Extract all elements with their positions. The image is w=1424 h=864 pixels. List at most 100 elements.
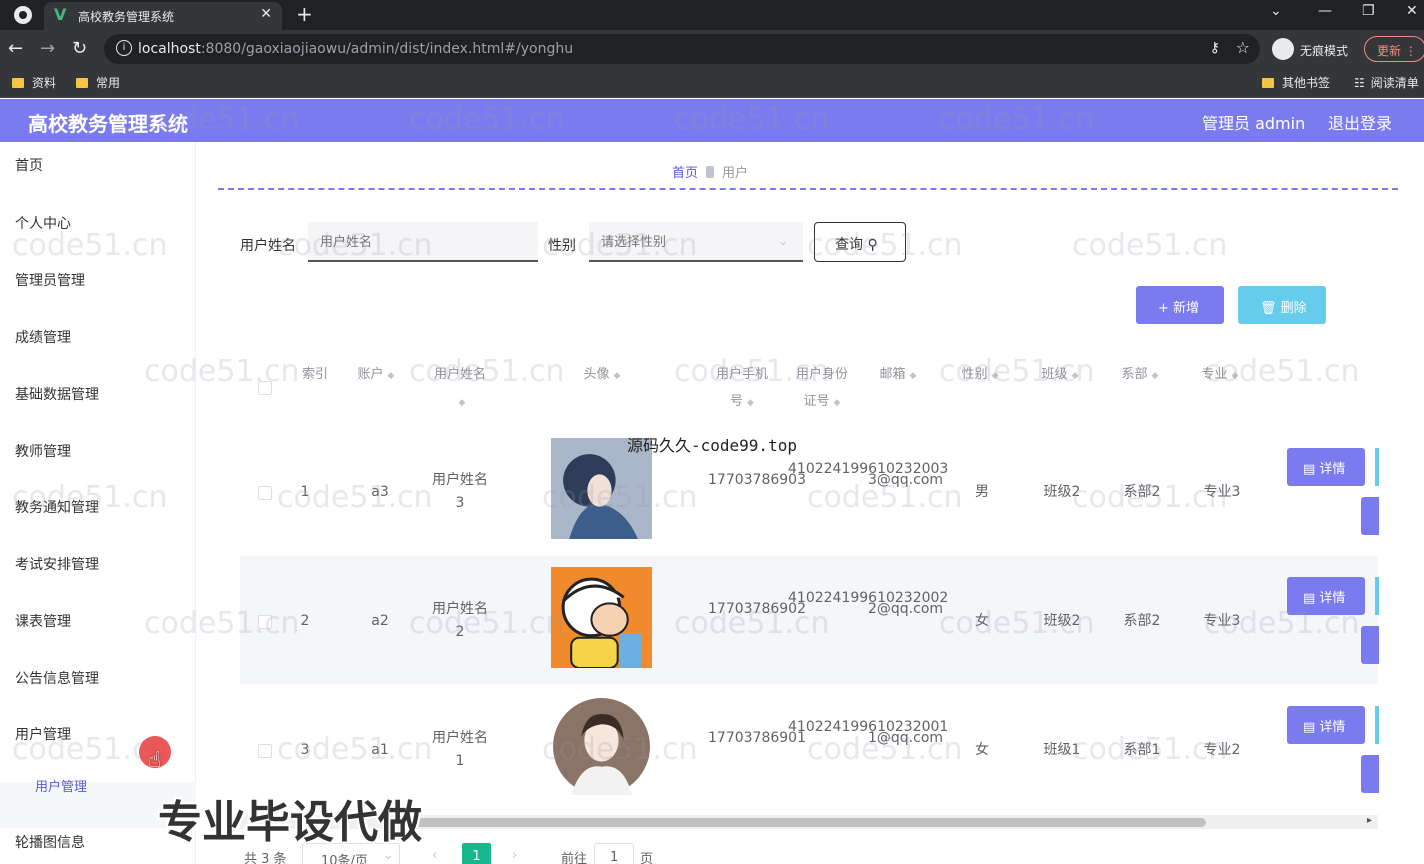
trash-icon: 🗑	[1260, 301, 1281, 316]
cell-index: 2	[300, 613, 310, 629]
search-icon: ⚲	[867, 237, 878, 253]
logout-link[interactable]: 退出登录	[1328, 110, 1392, 134]
video-caption: 专业毕设代做	[158, 797, 422, 848]
cell-gender: 女	[975, 613, 989, 629]
column-header-account[interactable]: 账户 ◆	[344, 361, 408, 390]
next-page-icon[interactable]: ›	[512, 848, 517, 863]
name-search-input[interactable]	[308, 222, 538, 262]
address-bar[interactable]: i localhost:8080/gaoxiaojiaowu/admin/dis…	[104, 34, 1260, 64]
tab-search-icon[interactable]: ⌄	[1270, 3, 1282, 19]
password-key-icon[interactable]: ⚷	[1210, 40, 1220, 56]
current-user: 管理员 admin	[1202, 114, 1306, 133]
sidebar-item-home[interactable]: 首页	[15, 155, 43, 175]
select-all-checkbox[interactable]	[258, 381, 272, 395]
edit-button-edge[interactable]	[1375, 577, 1379, 615]
sidebar-item-carousel[interactable]: 轮播图信息	[15, 832, 85, 852]
sort-icon[interactable]: ◆	[459, 398, 466, 408]
column-header-name[interactable]: 用户姓名 ◆	[425, 361, 495, 417]
cell-major: 专业2	[1203, 742, 1241, 758]
column-header-email[interactable]: 邮箱 ◆	[866, 361, 930, 390]
sort-icon[interactable]: ◆	[834, 398, 841, 408]
delete-row-button-edge[interactable]	[1361, 626, 1379, 664]
column-header-major[interactable]: 专业 ◆	[1188, 361, 1252, 390]
source-watermark-text: 源码久久-code99.top	[627, 436, 797, 455]
sidebar-item-admins[interactable]: 管理员管理	[15, 270, 85, 290]
sort-icon[interactable]: ◆	[388, 371, 395, 381]
detail-button[interactable]: ▤ 详情	[1287, 706, 1365, 744]
row-checkbox[interactable]	[258, 615, 272, 629]
tab-close-icon[interactable]: ✕	[260, 6, 272, 22]
incognito-icon[interactable]	[1272, 38, 1294, 60]
cell-index: 3	[300, 742, 310, 758]
bookmark-folder-other[interactable]: 其他书签	[1262, 74, 1330, 91]
goto-prefix: 前往	[561, 852, 588, 864]
sidebar-item-basic-data[interactable]: 基础数据管理	[15, 384, 99, 404]
delete-row-button-edge[interactable]	[1361, 497, 1379, 535]
delete-row-button-edge[interactable]	[1361, 755, 1379, 793]
scroll-right-icon[interactable]: ▸	[1367, 815, 1372, 826]
sort-icon[interactable]: ◆	[1072, 371, 1079, 381]
cell-name: 用户姓名2	[432, 601, 488, 640]
bookmark-folder-changyong[interactable]: 常用	[76, 74, 120, 91]
sort-icon[interactable]: ◆	[910, 371, 917, 381]
back-icon[interactable]: ←	[8, 38, 23, 59]
prev-page-icon[interactable]: ‹	[432, 848, 437, 863]
cell-gender: 男	[975, 484, 989, 500]
cell-major: 专业3	[1203, 613, 1241, 629]
sort-icon[interactable]: ◆	[1152, 371, 1159, 381]
column-header-phone[interactable]: 用户手机号 ◆	[710, 361, 774, 417]
query-button[interactable]: 查询 ⚲	[814, 222, 906, 262]
sort-icon[interactable]: ◆	[992, 371, 999, 381]
add-button[interactable]: + 新增	[1136, 286, 1224, 324]
column-header-idcard[interactable]: 用户身份证号 ◆	[790, 361, 854, 417]
sidebar-item-schedule[interactable]: 课表管理	[15, 611, 71, 631]
forward-icon[interactable]: →	[40, 38, 55, 59]
browser-tabbar: V 高校教务管理系统 ✕ + ⌄ — ❐ ✕	[0, 0, 1424, 30]
site-info-icon[interactable]: i	[116, 40, 132, 56]
goto-page-input[interactable]: 1	[594, 843, 634, 864]
sidebar-item-announcements[interactable]: 公告信息管理	[15, 668, 99, 688]
sort-icon[interactable]: ◆	[747, 398, 754, 408]
row-checkbox[interactable]	[258, 486, 272, 500]
sidebar-item-grades[interactable]: 成绩管理	[15, 327, 71, 347]
cell-idcard: 410224199610232003	[788, 461, 949, 477]
reload-icon[interactable]: ↻	[72, 38, 87, 59]
sidebar-item-teachers[interactable]: 教师管理	[15, 441, 71, 461]
column-header-index[interactable]: 索引	[292, 361, 338, 388]
edit-button-edge[interactable]	[1375, 448, 1379, 486]
window-close-icon[interactable]: ✕	[1406, 3, 1418, 19]
column-header-class[interactable]: 班级 ◆	[1028, 361, 1092, 390]
sidebar-item-exams[interactable]: 考试安排管理	[15, 554, 99, 574]
breadcrumb-home[interactable]: 首页	[672, 166, 698, 181]
row-checkbox[interactable]	[258, 744, 272, 758]
maximize-icon[interactable]: ❐	[1362, 3, 1375, 19]
name-search-label: 用户姓名	[240, 238, 296, 254]
page-number-current[interactable]: 1	[462, 843, 491, 864]
delete-button[interactable]: 🗑 删除	[1238, 286, 1326, 324]
sort-icon[interactable]: ◆	[1232, 371, 1239, 381]
sidebar-item-profile[interactable]: 个人中心	[15, 213, 71, 233]
detail-button[interactable]: ▤ 详情	[1287, 448, 1365, 486]
new-tab-icon[interactable]: +	[296, 2, 313, 26]
column-header-avatar[interactable]: 头像 ◆	[560, 361, 644, 390]
minimize-icon[interactable]: —	[1318, 3, 1332, 19]
gender-select[interactable]	[589, 222, 803, 262]
scrollbar-thumb[interactable]	[400, 818, 1206, 827]
column-header-gender[interactable]: 性别 ◆	[948, 361, 1012, 390]
edit-button-edge[interactable]	[1375, 706, 1379, 744]
cell-name: 用户姓名1	[432, 730, 488, 769]
sidebar-item-notices[interactable]: 教务通知管理	[15, 497, 99, 517]
reading-list[interactable]: ☷ 阅读清单	[1354, 74, 1419, 91]
sort-icon[interactable]: ◆	[614, 371, 621, 381]
update-button[interactable]: 更新 ⋮	[1364, 36, 1424, 62]
bookmark-folder-ziliao[interactable]: 资料	[12, 74, 56, 91]
sidebar-item-users[interactable]: 用户管理	[15, 724, 71, 744]
cell-phone: 17703786902	[708, 601, 806, 617]
column-header-dept[interactable]: 系部 ◆	[1108, 361, 1172, 390]
detail-button[interactable]: ▤ 详情	[1287, 577, 1365, 615]
sidebar-subitem-users[interactable]: 用户管理	[35, 776, 87, 795]
browser-tab[interactable]: V 高校教务管理系统 ✕	[44, 2, 282, 30]
bookmark-star-icon[interactable]: ☆	[1236, 38, 1250, 57]
cell-phone: 17703786903	[708, 472, 806, 488]
browser-globe-icon	[14, 6, 32, 24]
